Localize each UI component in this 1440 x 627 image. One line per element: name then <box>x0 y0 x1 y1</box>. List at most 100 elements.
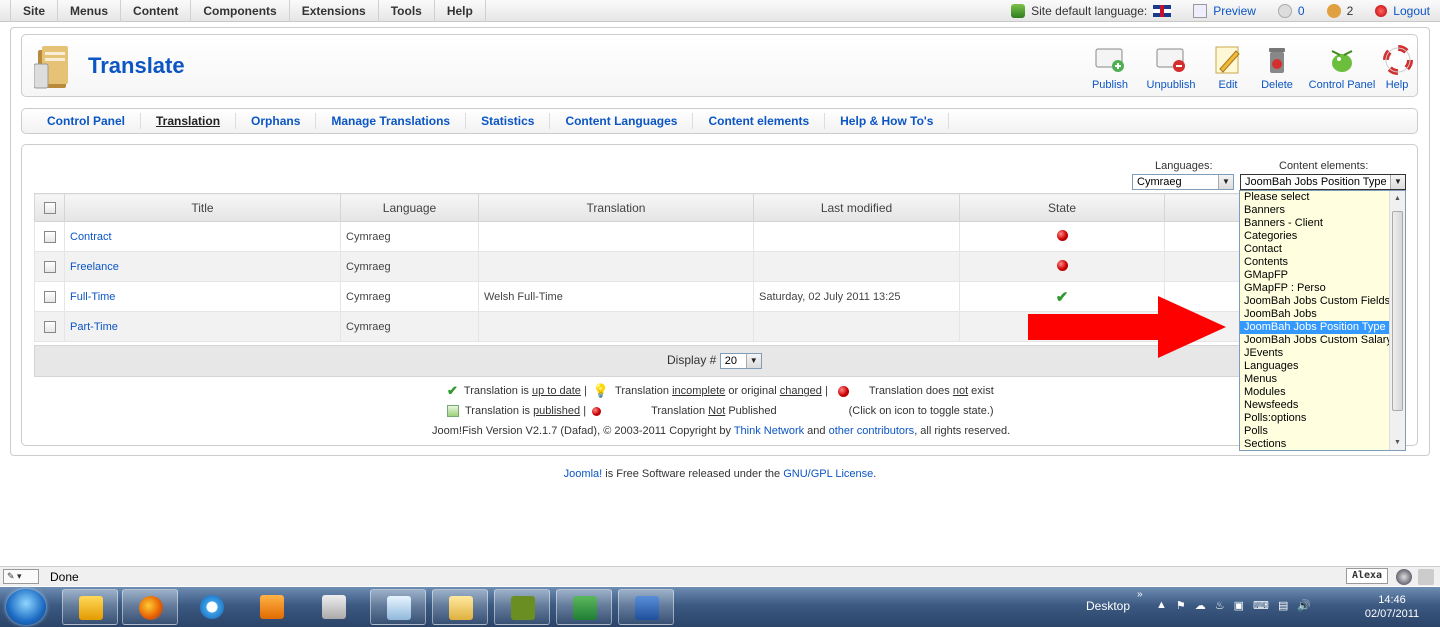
network-icon[interactable]: ▤ <box>1278 599 1288 612</box>
dropdown-option[interactable]: Sections <box>1240 438 1390 451</box>
tab-statistics[interactable]: Statistics <box>466 113 551 129</box>
legend-published: Translation is published | <box>465 405 587 417</box>
menu-components[interactable]: Components <box>190 0 288 22</box>
state-not-exist-icon[interactable] <box>1056 259 1068 271</box>
unpublish-button[interactable]: Unpublish <box>1135 45 1207 91</box>
keyboard-icon[interactable]: ⌨ <box>1253 599 1269 612</box>
dropdown-option[interactable]: GMapFP <box>1240 269 1390 282</box>
control-panel-button[interactable]: Control Panel <box>1306 45 1378 91</box>
row-title-link[interactable]: Part-Time <box>70 321 118 333</box>
preview-link[interactable]: Preview <box>1213 4 1256 18</box>
menu-tools[interactable]: Tools <box>377 0 434 22</box>
taskbar-media-player[interactable] <box>244 589 300 625</box>
show-hidden-icons-icon[interactable]: ▲ <box>1156 599 1167 612</box>
scroll-thumb[interactable] <box>1392 211 1403 411</box>
column-title[interactable]: Title <box>64 193 341 222</box>
dropdown-option[interactable]: Contents <box>1240 256 1390 269</box>
taskbar-clock[interactable]: 14:46 02/07/2011 <box>1352 593 1432 621</box>
row-title-link[interactable]: Contract <box>70 231 112 243</box>
dropdown-option[interactable]: Polls:options <box>1240 412 1390 425</box>
menu-help[interactable]: Help <box>433 0 486 22</box>
tab-control-panel[interactable]: Control Panel <box>32 113 142 129</box>
think-network-link[interactable]: Think Network <box>734 425 804 437</box>
addon-icon[interactable] <box>1396 569 1412 585</box>
action-center-flag-icon[interactable]: ⚑ <box>1176 599 1186 612</box>
dropdown-scrollbar[interactable]: ▲ ▼ <box>1389 191 1405 450</box>
tab-content-languages[interactable]: Content Languages <box>550 113 694 129</box>
taskbar-notepad[interactable] <box>370 589 426 625</box>
row-checkbox[interactable] <box>43 290 56 303</box>
joomla-link[interactable]: Joomla! <box>564 468 603 480</box>
content-elements-select[interactable]: JoomBah Jobs Position Type ▼ <box>1240 174 1406 190</box>
taskbar-firefox[interactable] <box>122 589 178 625</box>
languages-select[interactable]: Cymraeg ▼ <box>1132 174 1234 190</box>
state-not-exist-icon[interactable] <box>1056 229 1068 241</box>
messages-count[interactable]: 0 <box>1298 4 1305 18</box>
help-button[interactable]: Help <box>1382 45 1413 91</box>
row-checkbox[interactable] <box>43 320 56 333</box>
uk-flag-icon[interactable] <box>1153 5 1172 17</box>
menu-menus[interactable]: Menus <box>57 0 120 22</box>
display-count-select[interactable]: 20 ▼ <box>719 353 762 369</box>
publish-button[interactable]: Publish <box>1085 45 1135 91</box>
taskbar-word[interactable] <box>618 589 674 625</box>
menu-extensions[interactable]: Extensions <box>288 0 378 22</box>
dropdown-option[interactable]: Newsfeeds <box>1240 399 1390 412</box>
taskbar-explorer[interactable] <box>432 589 488 625</box>
dropdown-option[interactable]: JoomBah Jobs Position Type <box>1240 321 1390 334</box>
tab-help-how-tos[interactable]: Help & How To's <box>825 113 950 129</box>
row-checkbox[interactable] <box>43 260 56 273</box>
content-elements-dropdown-list[interactable]: Please select Banners Banners - Client Cate… <box>1239 190 1406 451</box>
row-title-link[interactable]: Full-Time <box>70 291 115 303</box>
column-translation[interactable]: Translation <box>478 193 754 222</box>
dropdown-option[interactable]: Contact <box>1240 243 1390 256</box>
other-contributors-link[interactable]: other contributors <box>829 425 915 437</box>
taskbar-outlook[interactable] <box>62 589 118 625</box>
dropdown-option[interactable]: Categories <box>1240 230 1390 243</box>
column-last-modified[interactable]: Last modified <box>753 193 960 222</box>
cloud-icon[interactable]: ☁ <box>1195 599 1206 612</box>
dropdown-option[interactable]: JoomBah Jobs Custom Fields <box>1240 295 1390 308</box>
tab-translation[interactable]: Translation <box>141 113 237 129</box>
dropdown-option[interactable]: Banners <box>1240 204 1390 217</box>
volume-icon[interactable]: 🔊 <box>1297 599 1311 612</box>
row-last-modified <box>753 311 960 342</box>
dropdown-option[interactable]: Modules <box>1240 386 1390 399</box>
dropdown-option[interactable]: Banners - Client <box>1240 217 1390 230</box>
toolbar-expand-icon[interactable]: » <box>1137 589 1143 600</box>
menu-content[interactable]: Content <box>120 0 190 22</box>
menu-site[interactable]: Site <box>10 0 57 22</box>
taskbar-ie[interactable] <box>184 589 240 625</box>
java-icon[interactable]: ♨ <box>1215 599 1225 612</box>
column-language[interactable]: Language <box>340 193 479 222</box>
dropdown-option[interactable]: Polls <box>1240 425 1390 438</box>
tab-orphans[interactable]: Orphans <box>236 113 317 129</box>
dropdown-option[interactable]: JoomBah Jobs Custom Salary <box>1240 334 1390 347</box>
select-all-checkbox[interactable] <box>43 202 56 215</box>
row-checkbox[interactable] <box>43 230 56 243</box>
scroll-down-icon[interactable]: ▼ <box>1390 435 1405 450</box>
dropdown-option[interactable]: Menus <box>1240 373 1390 386</box>
delete-button[interactable]: Delete <box>1253 45 1301 91</box>
start-button[interactable] <box>6 589 46 625</box>
dropdown-option[interactable]: Languages <box>1240 360 1390 373</box>
scroll-up-icon[interactable]: ▲ <box>1390 191 1405 206</box>
gpl-license-link[interactable]: GNU/GPL License <box>783 468 873 480</box>
tab-content-elements[interactable]: Content elements <box>693 113 826 129</box>
taskbar-dreamweaver[interactable] <box>494 589 550 625</box>
desktop-toolbar[interactable]: Desktop <box>1086 599 1130 613</box>
taskbar-excel[interactable] <box>556 589 612 625</box>
dropdown-option[interactable]: JEvents <box>1240 347 1390 360</box>
column-state[interactable]: State <box>959 193 1165 222</box>
tab-manage-translations[interactable]: Manage Translations <box>316 113 467 129</box>
status-tool-dropdown[interactable]: ✎ ▾ <box>3 569 39 584</box>
dropdown-option[interactable]: Please select <box>1240 191 1390 204</box>
alexa-button[interactable]: Alexa <box>1346 568 1388 584</box>
logout-link[interactable]: Logout <box>1393 4 1430 18</box>
edit-button[interactable]: Edit <box>1208 45 1248 91</box>
row-title-link[interactable]: Freelance <box>70 261 119 273</box>
dropdown-option[interactable]: JoomBah Jobs <box>1240 308 1390 321</box>
dropdown-option[interactable]: GMapFP : Perso <box>1240 282 1390 295</box>
taskbar-calculator[interactable] <box>306 589 362 625</box>
security-icon[interactable]: ▣ <box>1234 599 1244 612</box>
